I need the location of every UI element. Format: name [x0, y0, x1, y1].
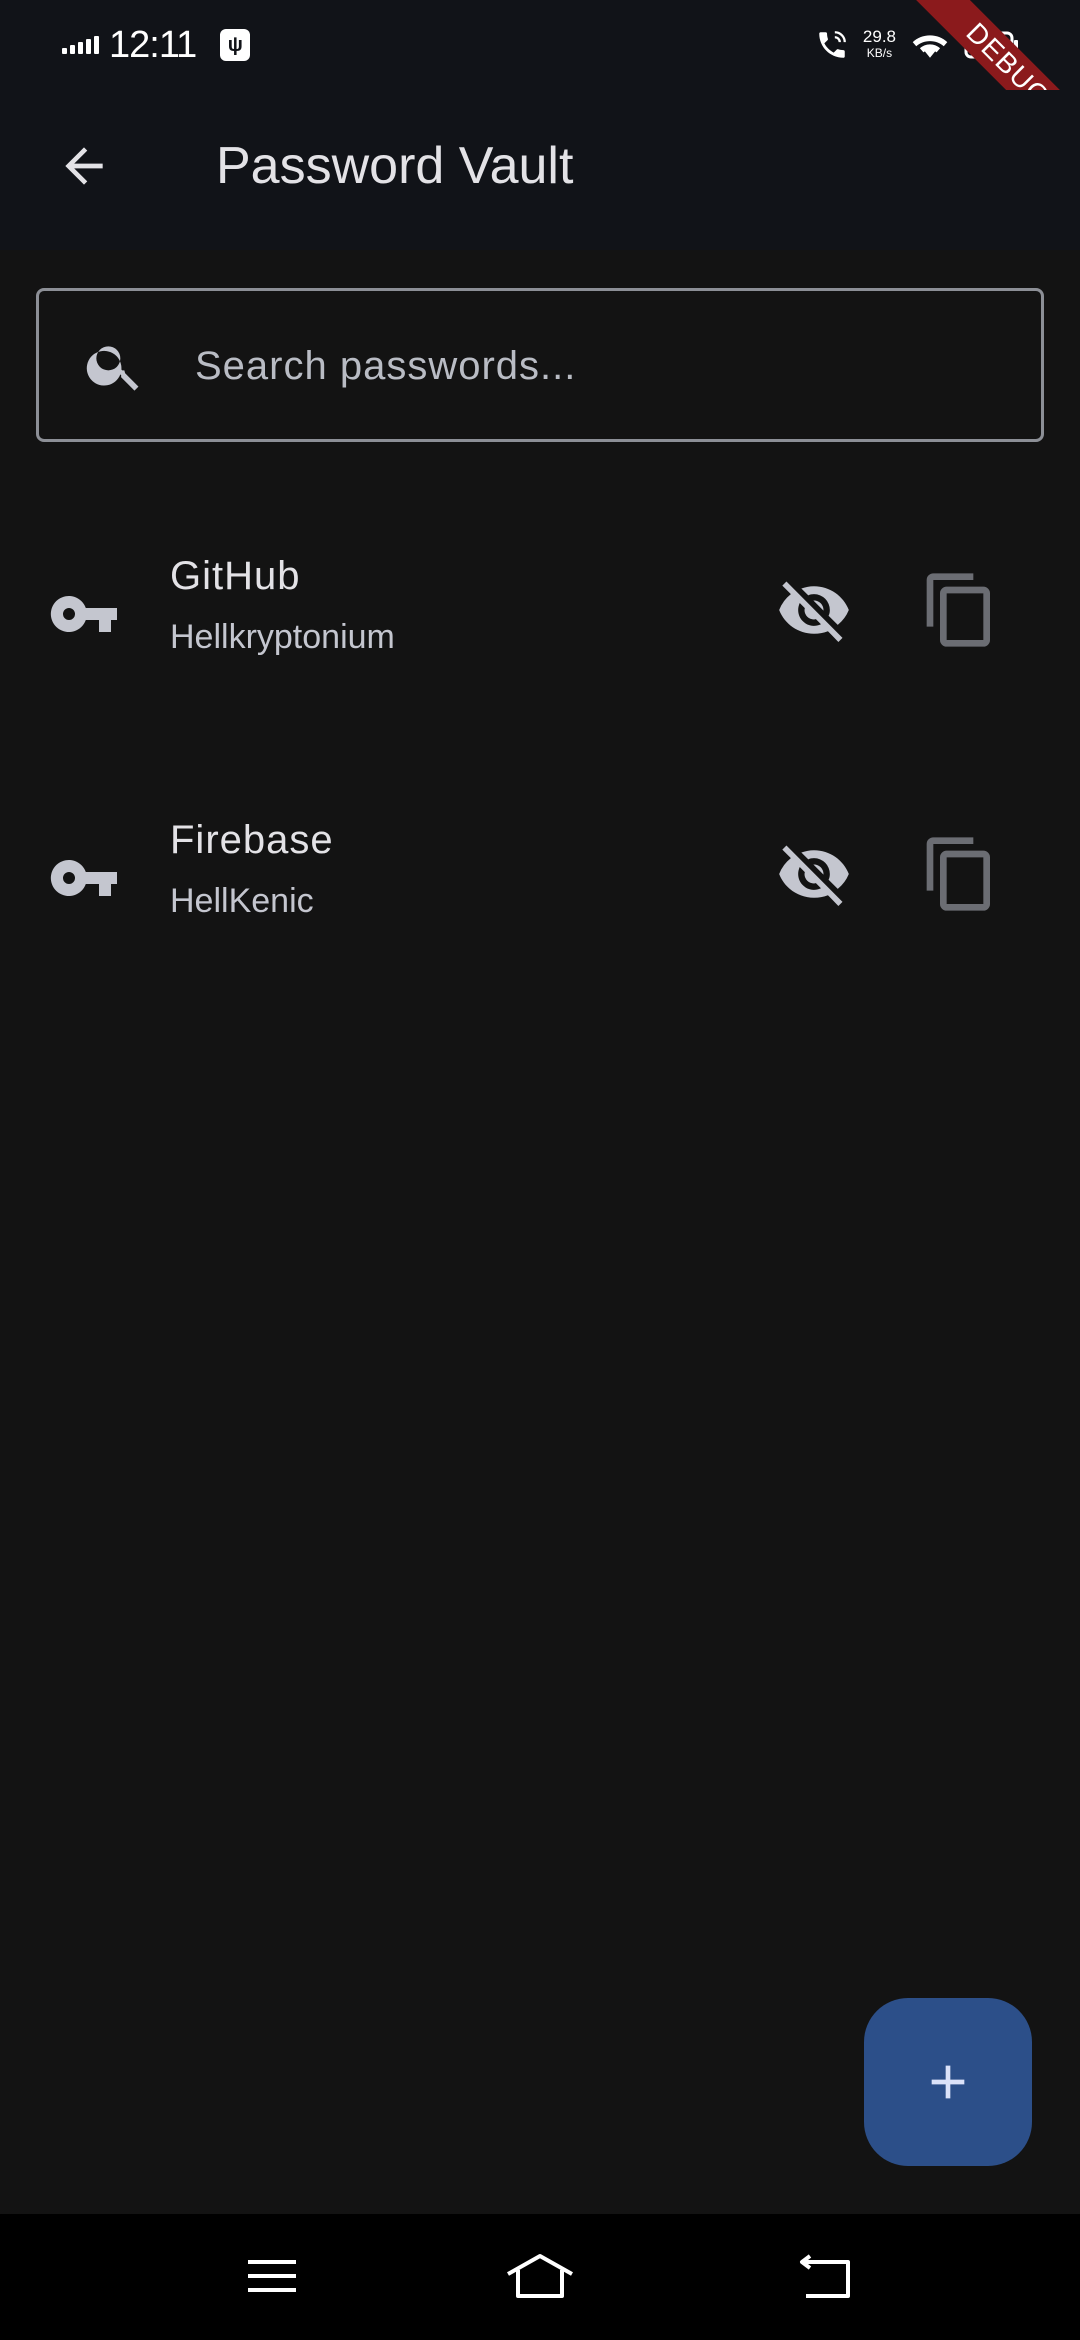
- visibility-off-icon: [779, 845, 849, 906]
- menu-icon: [248, 2260, 296, 2292]
- search-icon: [86, 346, 139, 391]
- toggle-visibility-button[interactable]: [776, 572, 852, 648]
- status-right: 29.8 KB/s: [815, 22, 1020, 68]
- home-button[interactable]: [504, 2244, 576, 2308]
- arrow-back-icon: [65, 147, 103, 185]
- network-speed-unit: KB/s: [866, 46, 893, 60]
- list-item[interactable]: GitHub Hellkryptonium: [0, 510, 1080, 710]
- copy-icon: [926, 837, 990, 911]
- status-left: 12:11 ψ: [62, 20, 251, 70]
- entry-name: GitHub: [170, 554, 301, 598]
- page-title: Password Vault: [216, 137, 574, 195]
- recent-apps-button[interactable]: [240, 2244, 304, 2308]
- signal-icon: [62, 36, 99, 54]
- home-icon: [507, 2254, 573, 2298]
- entry-username: HellKenic: [170, 882, 314, 920]
- system-nav-bar: [0, 2214, 1080, 2340]
- search-input[interactable]: [195, 321, 1015, 411]
- search-field[interactable]: [36, 288, 1044, 442]
- add-icon: [931, 2065, 965, 2099]
- network-speed-value: 29.8: [862, 27, 896, 46]
- copy-icon: [926, 573, 990, 647]
- entry-name: Firebase: [170, 818, 334, 862]
- status-time: 12:11: [109, 23, 197, 66]
- wifi-icon: [912, 35, 948, 58]
- network-speed: 29.8 KB/s: [863, 28, 896, 62]
- visibility-off-icon: [779, 581, 849, 642]
- back-nav-icon: [800, 2254, 850, 2298]
- key-icon: [50, 860, 117, 896]
- back-button[interactable]: [44, 126, 124, 206]
- copy-button[interactable]: [920, 570, 1000, 650]
- usb-icon: ψ: [220, 29, 251, 61]
- copy-button[interactable]: [920, 834, 1000, 914]
- call-icon: [819, 31, 846, 58]
- list-item[interactable]: Firebase HellKenic: [0, 774, 1080, 974]
- battery-icon: [964, 31, 1018, 59]
- back-nav-button[interactable]: [794, 2244, 858, 2308]
- add-password-button[interactable]: [864, 1998, 1032, 2166]
- toggle-visibility-button[interactable]: [776, 836, 852, 912]
- app-bar: Password Vault: [0, 90, 1080, 250]
- key-icon: [50, 596, 117, 632]
- entry-username: Hellkryptonium: [170, 618, 395, 656]
- status-bar: 12:11 ψ 29.8 KB/s: [0, 0, 1080, 90]
